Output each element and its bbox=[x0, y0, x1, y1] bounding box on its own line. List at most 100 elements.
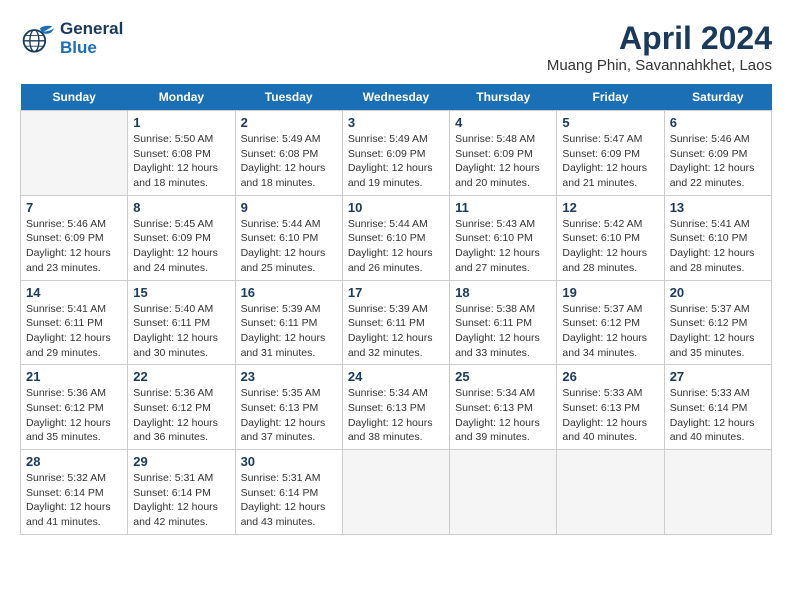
calendar-cell: 13Sunrise: 5:41 AM Sunset: 6:10 PM Dayli… bbox=[664, 195, 771, 280]
day-number: 9 bbox=[241, 200, 337, 215]
day-number: 7 bbox=[26, 200, 122, 215]
day-info: Sunrise: 5:47 AM Sunset: 6:09 PM Dayligh… bbox=[562, 132, 658, 191]
day-number: 27 bbox=[670, 369, 766, 384]
day-number: 28 bbox=[26, 454, 122, 469]
calendar-cell: 29Sunrise: 5:31 AM Sunset: 6:14 PM Dayli… bbox=[128, 450, 235, 535]
day-number: 4 bbox=[455, 115, 551, 130]
day-number: 15 bbox=[133, 285, 229, 300]
day-number: 17 bbox=[348, 285, 444, 300]
calendar-cell: 15Sunrise: 5:40 AM Sunset: 6:11 PM Dayli… bbox=[128, 280, 235, 365]
day-number: 16 bbox=[241, 285, 337, 300]
day-info: Sunrise: 5:37 AM Sunset: 6:12 PM Dayligh… bbox=[562, 302, 658, 361]
day-info: Sunrise: 5:45 AM Sunset: 6:09 PM Dayligh… bbox=[133, 217, 229, 276]
day-header-friday: Friday bbox=[557, 84, 664, 111]
day-info: Sunrise: 5:49 AM Sunset: 6:08 PM Dayligh… bbox=[241, 132, 337, 191]
day-info: Sunrise: 5:44 AM Sunset: 6:10 PM Dayligh… bbox=[241, 217, 337, 276]
day-info: Sunrise: 5:33 AM Sunset: 6:13 PM Dayligh… bbox=[562, 386, 658, 445]
day-number: 26 bbox=[562, 369, 658, 384]
day-info: Sunrise: 5:31 AM Sunset: 6:14 PM Dayligh… bbox=[133, 471, 229, 530]
calendar-cell: 3 Sunrise: 5:49 AM Sunset: 6:09 PM Daylig… bbox=[342, 111, 449, 196]
day-info: Sunrise: 5:38 AM Sunset: 6:11 PM Dayligh… bbox=[455, 302, 551, 361]
calendar-cell: 17 Sunrise: 5:39 AM Sunset: 6:11 PM Dayli… bbox=[342, 280, 449, 365]
day-info: Sunrise: 5:34 AM Sunset: 6:13 PM Dayligh… bbox=[455, 386, 551, 445]
day-info: Sunrise: 5:37 AM Sunset: 6:12 PM Dayligh… bbox=[670, 302, 766, 361]
day-info: Sunrise: 5:35 AM Sunset: 6:13 PM Dayligh… bbox=[241, 386, 337, 445]
day-info: Sunrise: 5:34 AM Sunset: 6:13 PM Dayligh… bbox=[348, 386, 444, 445]
day-info: Sunrise: 5:50 AM Sunset: 6:08 PM Dayligh… bbox=[133, 132, 229, 191]
week-row-4: 21 Sunrise: 5:36 AM Sunset: 6:12 PM Dayli… bbox=[21, 365, 772, 450]
page-subtitle: Muang Phin, Savannahkhet, Laos bbox=[547, 57, 772, 74]
calendar-cell: 25Sunrise: 5:34 AM Sunset: 6:13 PM Dayli… bbox=[450, 365, 557, 450]
calendar-cell: 14 Sunrise: 5:41 AM Sunset: 6:11 PM Dayli… bbox=[21, 280, 128, 365]
title-area: April 2024 Muang Phin, Savannahkhet, Lao… bbox=[547, 20, 772, 74]
day-number: 6 bbox=[670, 115, 766, 130]
calendar-cell: 19 Sunrise: 5:37 AM Sunset: 6:12 PM Dayli… bbox=[557, 280, 664, 365]
day-number: 8 bbox=[133, 200, 229, 215]
calendar-cell: 26 Sunrise: 5:33 AM Sunset: 6:13 PM Dayli… bbox=[557, 365, 664, 450]
calendar-cell: 16 Sunrise: 5:39 AM Sunset: 6:11 PM Dayli… bbox=[235, 280, 342, 365]
day-number: 2 bbox=[241, 115, 337, 130]
day-number: 3 bbox=[348, 115, 444, 130]
calendar-cell: 1 Sunrise: 5:50 AM Sunset: 6:08 PM Daylig… bbox=[128, 111, 235, 196]
day-number: 30 bbox=[241, 454, 337, 469]
calendar-cell: 27Sunrise: 5:33 AM Sunset: 6:14 PM Dayli… bbox=[664, 365, 771, 450]
calendar-cell: 7Sunrise: 5:46 AM Sunset: 6:09 PM Daylig… bbox=[21, 195, 128, 280]
calendar-cell: 30 Sunrise: 5:31 AM Sunset: 6:14 PM Dayli… bbox=[235, 450, 342, 535]
day-header-sunday: Sunday bbox=[21, 84, 128, 111]
day-info: Sunrise: 5:49 AM Sunset: 6:09 PM Dayligh… bbox=[348, 132, 444, 191]
day-info: Sunrise: 5:42 AM Sunset: 6:10 PM Dayligh… bbox=[562, 217, 658, 276]
day-number: 21 bbox=[26, 369, 122, 384]
day-header-monday: Monday bbox=[128, 84, 235, 111]
page-title: April 2024 bbox=[547, 20, 772, 57]
calendar-cell: 4Sunrise: 5:48 AM Sunset: 6:09 PM Daylig… bbox=[450, 111, 557, 196]
calendar-cell: 22 Sunrise: 5:36 AM Sunset: 6:12 PM Dayli… bbox=[128, 365, 235, 450]
calendar-cell: 11 Sunrise: 5:43 AM Sunset: 6:10 PM Dayli… bbox=[450, 195, 557, 280]
day-info: Sunrise: 5:41 AM Sunset: 6:11 PM Dayligh… bbox=[26, 302, 122, 361]
day-info: Sunrise: 5:31 AM Sunset: 6:14 PM Dayligh… bbox=[241, 471, 337, 530]
day-header-saturday: Saturday bbox=[664, 84, 771, 111]
calendar-header-row: SundayMondayTuesdayWednesdayThursdayFrid… bbox=[21, 84, 772, 111]
day-number: 1 bbox=[133, 115, 229, 130]
day-number: 11 bbox=[455, 200, 551, 215]
calendar-cell: 10 Sunrise: 5:44 AM Sunset: 6:10 PM Dayli… bbox=[342, 195, 449, 280]
day-info: Sunrise: 5:44 AM Sunset: 6:10 PM Dayligh… bbox=[348, 217, 444, 276]
day-info: Sunrise: 5:39 AM Sunset: 6:11 PM Dayligh… bbox=[348, 302, 444, 361]
day-number: 22 bbox=[133, 369, 229, 384]
day-header-thursday: Thursday bbox=[450, 84, 557, 111]
page-header: General Blue April 2024 Muang Phin, Sava… bbox=[20, 20, 772, 74]
day-info: Sunrise: 5:36 AM Sunset: 6:12 PM Dayligh… bbox=[133, 386, 229, 445]
day-number: 5 bbox=[562, 115, 658, 130]
calendar-cell: 2 Sunrise: 5:49 AM Sunset: 6:08 PM Daylig… bbox=[235, 111, 342, 196]
logo: General Blue bbox=[20, 20, 123, 57]
day-number: 24 bbox=[348, 369, 444, 384]
calendar-cell: 12Sunrise: 5:42 AM Sunset: 6:10 PM Dayli… bbox=[557, 195, 664, 280]
day-info: Sunrise: 5:46 AM Sunset: 6:09 PM Dayligh… bbox=[670, 132, 766, 191]
day-info: Sunrise: 5:39 AM Sunset: 6:11 PM Dayligh… bbox=[241, 302, 337, 361]
day-info: Sunrise: 5:41 AM Sunset: 6:10 PM Dayligh… bbox=[670, 217, 766, 276]
calendar-cell: 9 Sunrise: 5:44 AM Sunset: 6:10 PM Daylig… bbox=[235, 195, 342, 280]
calendar-table: SundayMondayTuesdayWednesdayThursdayFrid… bbox=[20, 84, 772, 535]
calendar-cell bbox=[664, 450, 771, 535]
day-info: Sunrise: 5:43 AM Sunset: 6:10 PM Dayligh… bbox=[455, 217, 551, 276]
week-row-1: 1 Sunrise: 5:50 AM Sunset: 6:08 PM Daylig… bbox=[21, 111, 772, 196]
day-info: Sunrise: 5:32 AM Sunset: 6:14 PM Dayligh… bbox=[26, 471, 122, 530]
calendar-cell: 23 Sunrise: 5:35 AM Sunset: 6:13 PM Dayli… bbox=[235, 365, 342, 450]
day-number: 20 bbox=[670, 285, 766, 300]
day-number: 19 bbox=[562, 285, 658, 300]
calendar-cell: 28 Sunrise: 5:32 AM Sunset: 6:14 PM Dayli… bbox=[21, 450, 128, 535]
logo-text: General Blue bbox=[60, 20, 123, 57]
day-number: 14 bbox=[26, 285, 122, 300]
day-number: 23 bbox=[241, 369, 337, 384]
calendar-cell: 21 Sunrise: 5:36 AM Sunset: 6:12 PM Dayli… bbox=[21, 365, 128, 450]
day-info: Sunrise: 5:36 AM Sunset: 6:12 PM Dayligh… bbox=[26, 386, 122, 445]
week-row-5: 28 Sunrise: 5:32 AM Sunset: 6:14 PM Dayli… bbox=[21, 450, 772, 535]
calendar-cell: 24 Sunrise: 5:34 AM Sunset: 6:13 PM Dayli… bbox=[342, 365, 449, 450]
day-number: 18 bbox=[455, 285, 551, 300]
calendar-cell: 20 Sunrise: 5:37 AM Sunset: 6:12 PM Dayli… bbox=[664, 280, 771, 365]
week-row-2: 7Sunrise: 5:46 AM Sunset: 6:09 PM Daylig… bbox=[21, 195, 772, 280]
calendar-cell bbox=[21, 111, 128, 196]
day-header-tuesday: Tuesday bbox=[235, 84, 342, 111]
day-number: 10 bbox=[348, 200, 444, 215]
calendar-cell: 8 Sunrise: 5:45 AM Sunset: 6:09 PM Daylig… bbox=[128, 195, 235, 280]
calendar-cell bbox=[557, 450, 664, 535]
